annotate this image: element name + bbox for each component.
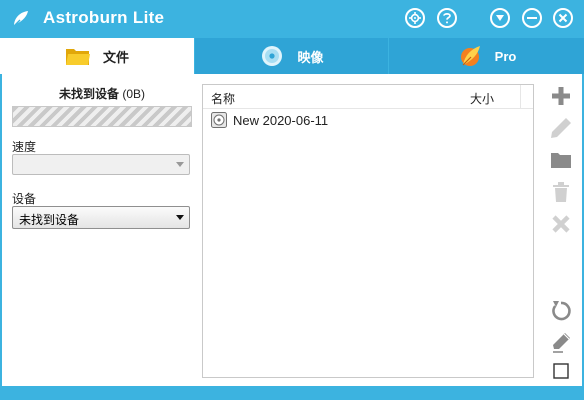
folder-icon (65, 45, 91, 67)
main-content: 未找到设备 (0B) 速度 设备 未找到设备 名称 大小 New 2020-06… (2, 74, 582, 386)
column-divider (520, 85, 521, 108)
main-tabs: 文件 映像 Pro (0, 38, 584, 74)
tab-files-label: 文件 (102, 49, 129, 65)
checkbox-icon (553, 363, 569, 379)
refresh-button[interactable] (548, 298, 574, 324)
tab-pro-label: Pro (494, 48, 517, 64)
app-title: Astroburn Lite (43, 8, 165, 27)
device-status-text: 未找到设备 (58, 87, 119, 101)
list-item-name: New 2020-06-11 (233, 113, 329, 128)
astroburn-pro-icon (457, 45, 483, 67)
refresh-icon (552, 301, 571, 321)
status-strip (0, 386, 584, 400)
tab-pro[interactable]: Pro (389, 38, 584, 74)
chevron-down-icon (176, 162, 184, 167)
disc-drive-icon (211, 112, 227, 128)
tab-image-label: 映像 (297, 49, 324, 65)
list-item[interactable]: New 2020-06-11 (203, 109, 533, 131)
remove-button[interactable] (548, 211, 574, 237)
help-icon (443, 13, 451, 24)
device-select[interactable]: 未找到设备 (12, 206, 190, 229)
side-toolbar (546, 74, 576, 386)
device-panel: 未找到设备 (0B) 速度 设备 未找到设备 (2, 74, 196, 386)
menu-chevron-icon (496, 15, 504, 21)
file-list[interactable]: 名称 大小 New 2020-06-11 (202, 84, 534, 378)
help-button[interactable] (437, 8, 457, 28)
device-size: (0B) (122, 87, 146, 101)
tab-image[interactable]: 映像 (195, 38, 388, 74)
minimize-icon (527, 17, 537, 19)
speed-select[interactable] (12, 154, 190, 175)
settings-icon (409, 12, 421, 24)
delete-button[interactable] (548, 179, 574, 205)
remove-x-icon (552, 215, 570, 233)
title-bar: Astroburn Lite (0, 0, 584, 38)
list-header: 名称 大小 (203, 85, 533, 109)
speed-label: 速度 (12, 140, 37, 154)
column-name-header[interactable]: 名称 (211, 90, 235, 107)
rename-button[interactable] (548, 115, 574, 141)
device-status: 未找到设备 (0B) (12, 85, 192, 102)
new-folder-button[interactable] (548, 147, 574, 173)
erase-icon (553, 333, 570, 353)
disc-icon (259, 45, 285, 67)
column-size-header[interactable]: 大小 (470, 90, 494, 107)
close-icon (558, 13, 568, 23)
tab-files[interactable]: 文件 (0, 38, 194, 74)
device-label: 设备 (12, 192, 37, 206)
select-all-checkbox[interactable] (548, 358, 574, 384)
chevron-down-icon (176, 215, 184, 220)
add-icon (552, 87, 570, 105)
menu-button[interactable] (490, 8, 510, 28)
settings-button[interactable] (405, 8, 425, 28)
device-value: 未找到设备 (19, 213, 80, 227)
erase-button[interactable] (548, 330, 574, 356)
add-button[interactable] (548, 83, 574, 109)
close-button[interactable] (553, 8, 573, 28)
delete-trash-icon (553, 182, 569, 202)
rename-pencil-icon (551, 118, 571, 138)
new-folder-icon (551, 153, 571, 168)
astroburn-logo-icon (13, 11, 28, 27)
minimize-button[interactable] (522, 8, 542, 28)
capacity-progress-bar (12, 106, 192, 127)
